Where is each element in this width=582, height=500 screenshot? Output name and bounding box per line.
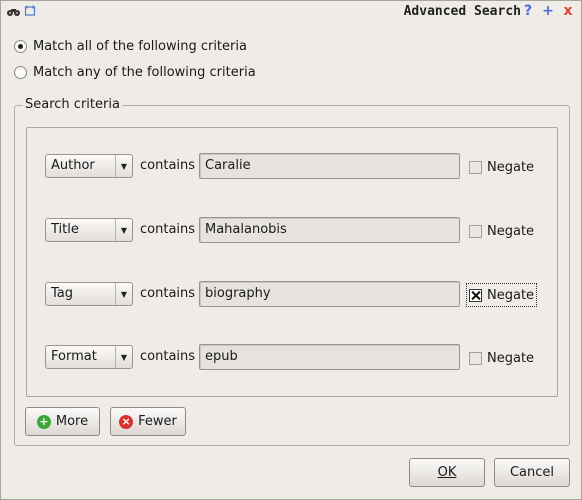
fewer-button[interactable]: × Fewer	[110, 407, 186, 436]
field-select-value: Tag	[51, 286, 74, 301]
criteria-row: Title ▼ contains Mahalanobis Negate	[45, 217, 545, 243]
contains-label: contains	[140, 286, 196, 301]
negate-checkbox[interactable]	[469, 351, 482, 365]
criteria-row: Format ▼ contains epub Negate	[45, 344, 545, 370]
advanced-search-dialog: Advanced Search ? + x Match all of the f…	[0, 0, 582, 500]
criteria-value-text: Caralie	[205, 158, 251, 173]
criteria-row: Author ▼ contains Caralie Negate	[45, 153, 545, 179]
contains-label: contains	[140, 349, 196, 364]
match-any-label: Match any of the following criteria	[33, 65, 256, 80]
criteria-value-input[interactable]: biography	[199, 281, 460, 307]
criteria-value-input[interactable]: Mahalanobis	[199, 217, 460, 243]
field-select-format[interactable]: Format ▼	[45, 345, 133, 369]
more-button-label: More	[55, 414, 89, 429]
field-select-title[interactable]: Title ▼	[45, 218, 133, 242]
field-select-value: Title	[51, 222, 79, 237]
criteria-value-text: Mahalanobis	[205, 222, 287, 237]
field-select-value: Author	[51, 158, 95, 173]
chevron-down-icon: ▼	[115, 155, 132, 177]
ok-button-label: OK	[437, 465, 457, 480]
criteria-value-input[interactable]: epub	[199, 344, 460, 370]
title-bar: Advanced Search ? + x	[1, 1, 581, 23]
match-any-option[interactable]: Match any of the following criteria	[14, 65, 256, 80]
match-all-option[interactable]: Match all of the following criteria	[14, 39, 247, 54]
negate-checkbox[interactable]	[469, 288, 482, 302]
field-select-value: Format	[51, 349, 97, 364]
keep-above-icon[interactable]: +	[541, 3, 555, 19]
more-button[interactable]: + More	[25, 407, 100, 436]
window-title: Advanced Search	[403, 4, 521, 19]
field-select-tag[interactable]: Tag ▼	[45, 282, 133, 306]
contains-label: contains	[140, 158, 196, 173]
negate-toggle[interactable]: Negate	[469, 220, 534, 242]
negate-label: Negate	[487, 287, 535, 303]
negate-toggle[interactable]: Negate	[469, 156, 534, 178]
help-icon[interactable]: ?	[521, 3, 535, 19]
criteria-list: Author ▼ contains Caralie Negate Title ▼	[26, 127, 558, 397]
plus-icon: +	[36, 414, 51, 429]
chevron-down-icon: ▼	[115, 283, 132, 305]
binoculars-icon	[7, 6, 20, 21]
search-criteria-legend: Search criteria	[23, 97, 122, 112]
window-menu[interactable]	[7, 5, 36, 21]
negate-checkbox[interactable]	[469, 160, 482, 174]
criteria-value-input[interactable]: Caralie	[199, 153, 460, 179]
contains-label: contains	[140, 222, 196, 237]
negate-checkbox[interactable]	[469, 224, 482, 238]
match-any-radio[interactable]	[14, 66, 27, 79]
negate-label: Negate	[487, 350, 535, 366]
search-criteria-group: Search criteria Author ▼ contains Carali…	[14, 97, 570, 446]
negate-toggle[interactable]: Negate	[469, 347, 534, 369]
chevron-down-icon: ▼	[115, 346, 132, 368]
criteria-row: Tag ▼ contains biography Negate	[45, 281, 545, 307]
close-icon[interactable]: x	[561, 3, 575, 19]
negate-label: Negate	[487, 159, 535, 175]
cancel-button-label: Cancel	[509, 465, 555, 480]
criteria-value-text: epub	[205, 349, 238, 364]
field-select-author[interactable]: Author ▼	[45, 154, 133, 178]
cancel-button[interactable]: Cancel	[494, 458, 570, 487]
match-all-radio[interactable]	[14, 40, 27, 53]
pin-icon[interactable]	[24, 5, 36, 21]
criteria-value-text: biography	[205, 286, 271, 301]
fewer-button-label: Fewer	[138, 414, 177, 429]
negate-label: Negate	[487, 223, 535, 239]
negate-toggle[interactable]: Negate	[465, 283, 538, 307]
ok-button[interactable]: OK	[409, 458, 485, 487]
chevron-down-icon: ▼	[115, 219, 132, 241]
remove-icon: ×	[119, 414, 134, 429]
match-all-label: Match all of the following criteria	[33, 39, 247, 54]
